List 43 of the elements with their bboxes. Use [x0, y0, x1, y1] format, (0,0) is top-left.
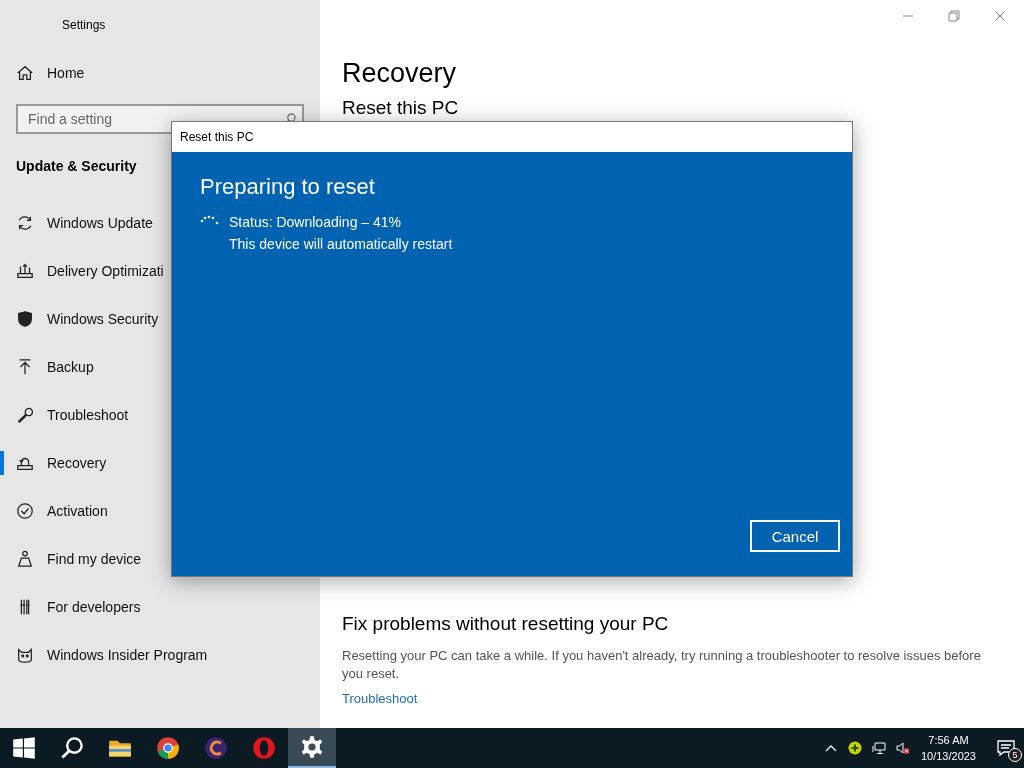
sidebar-item[interactable]: Windows Security	[0, 295, 320, 343]
section-heading: Update & Security	[16, 158, 137, 174]
window-title: Settings	[62, 17, 106, 32]
search-icon	[60, 736, 84, 760]
notification-icon[interactable]	[996, 738, 1016, 758]
page-title: Recovery	[342, 58, 458, 89]
dialog-heading: Preparing to reset	[200, 174, 375, 200]
section-heading: Reset this PC	[342, 97, 459, 119]
sidebar-item[interactable]: For developers	[0, 583, 320, 631]
sidebar-item[interactable]: Activation	[0, 487, 320, 535]
browser-icon	[252, 736, 276, 760]
section-heading: Fix problems without resetting your PC	[342, 613, 669, 635]
sidebar-item[interactable]: Troubleshoot	[0, 391, 320, 439]
sync-icon	[16, 214, 34, 232]
sidebar-item[interactable]: Recovery	[0, 439, 320, 487]
person-icon	[16, 550, 34, 568]
speaker-muted-icon[interactable]	[895, 741, 910, 755]
notification-count: 5	[1008, 748, 1022, 762]
description-text: Resetting your PC can take a while. If you haven't already, try running a troubleshooter to resolve issues before you reset.	[342, 647, 982, 683]
clock[interactable]: 7:56 AM 10/13/2023	[920, 732, 976, 764]
shield-icon	[16, 310, 34, 328]
sidebar-item[interactable]: Find my device	[0, 535, 320, 583]
close-icon[interactable]	[994, 10, 1006, 22]
browser-icon	[156, 736, 180, 760]
cancel-button[interactable]: Cancel	[750, 520, 840, 552]
status-text: Status: Downloading – 41%	[229, 214, 401, 230]
network-icon[interactable]	[871, 741, 886, 755]
restart-note: This device will automatically restart	[229, 236, 453, 252]
app-icon	[204, 736, 228, 760]
upload-tray-icon	[16, 262, 34, 280]
sidebar-item[interactable]: Windows Insider Program	[0, 631, 320, 679]
sidebar-item[interactable]: Backup	[0, 343, 320, 391]
search-icon	[285, 113, 296, 124]
taskbar-app[interactable]	[288, 728, 336, 768]
troubleshoot-link[interactable]: Troubleshoot	[342, 691, 418, 706]
windows-logo-icon	[12, 736, 36, 760]
check-circle-icon	[16, 502, 34, 520]
plus-circle-icon[interactable]	[847, 741, 862, 755]
home-icon	[16, 64, 34, 82]
home-link[interactable]: Home	[0, 49, 320, 97]
wrench-icon	[16, 406, 34, 424]
cat-icon	[16, 646, 34, 664]
gear-icon	[300, 735, 324, 759]
